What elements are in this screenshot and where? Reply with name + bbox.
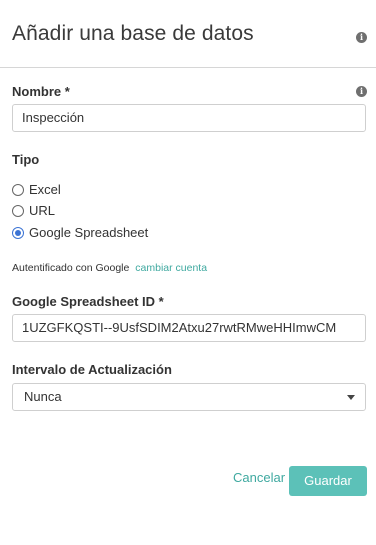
radio-button-selected[interactable] [12,227,24,239]
auth-status: Autentificado con Google cambiar cuenta [12,262,207,274]
radio-option-label: Excel [29,182,61,197]
name-input[interactable]: Inspección [12,104,366,132]
dialog-header: Añadir una base de datos i [0,0,376,68]
type-field-label: Tipo [12,152,40,167]
save-button[interactable]: Guardar [289,466,367,496]
spreadsheet-id-input[interactable]: 1UZGFKQSTI--9UsfSDIM2Atxu27rwtRMweHHImwC… [12,314,366,342]
auth-status-text: Autentificado con Google [12,262,130,274]
dialog-title: Añadir una base de datos [12,22,254,45]
cancel-button[interactable]: Cancelar [233,470,285,485]
radio-button[interactable] [12,205,24,217]
info-icon[interactable]: i [356,86,367,97]
radio-option-label: URL [29,203,56,218]
change-account-link[interactable]: cambiar cuenta [135,262,207,274]
spreadsheet-id-label: Google Spreadsheet ID * [12,294,164,309]
info-icon[interactable]: i [356,32,367,43]
interval-selected-value: Nunca [24,389,62,404]
name-field-label: Nombre * [12,84,70,99]
interval-select[interactable]: Nunca [12,383,366,411]
interval-field-label: Intervalo de Actualización [12,362,172,377]
chevron-down-icon [347,395,355,400]
radio-button[interactable] [12,184,24,196]
radio-option-label: Google Spreadsheet [29,225,149,240]
